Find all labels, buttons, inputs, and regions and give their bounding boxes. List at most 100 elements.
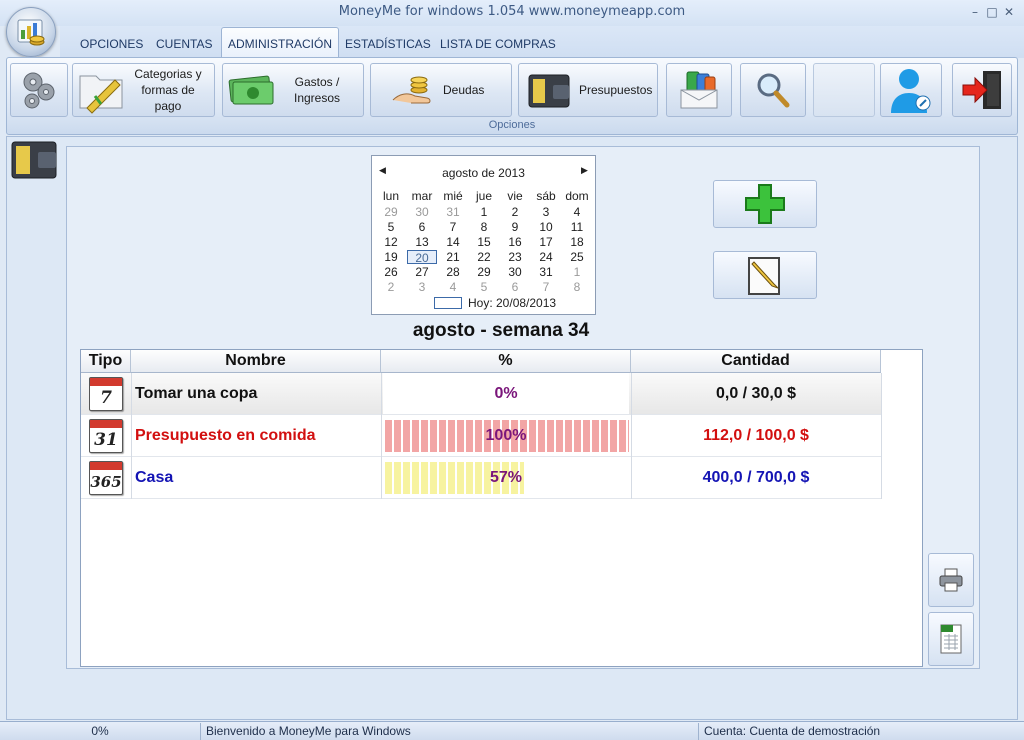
calendar-day[interactable]: 22	[469, 250, 499, 264]
calendar-day[interactable]: 5	[469, 280, 499, 294]
print-button[interactable]	[928, 553, 974, 607]
status-progress: 0%	[91, 724, 109, 738]
calendar-day[interactable]: 11	[562, 220, 592, 234]
settings-button[interactable]	[10, 63, 68, 117]
budgets-button[interactable]: Presupuestos	[518, 63, 658, 117]
calendar-day[interactable]: 29	[376, 205, 406, 219]
excel-export-icon	[940, 624, 962, 654]
calendar-day[interactable]: 1	[562, 265, 592, 279]
calendar-day-name: dom	[565, 189, 589, 203]
column-divider	[631, 373, 632, 499]
calendar-day[interactable]: 19	[376, 250, 406, 264]
magnifier-icon	[757, 73, 790, 108]
calendar-day[interactable]: 13	[407, 235, 437, 249]
search-button[interactable]	[740, 63, 806, 117]
cards-envelope-icon	[680, 71, 718, 109]
calendar-day[interactable]: 26	[376, 265, 406, 279]
tab-lista-de-compras[interactable]: LISTA DE COMPRAS	[434, 32, 562, 58]
tab-estadisticas[interactable]: ESTADÍSTICAS	[339, 32, 437, 58]
transactions-button[interactable]: Gastos / Ingresos	[222, 63, 364, 117]
row-percent: 57%	[489, 469, 523, 486]
column-header-cantidad[interactable]: Cantidad	[631, 350, 881, 373]
calendar-day[interactable]: 17	[531, 235, 561, 249]
column-header-nombre[interactable]: Nombre	[131, 350, 381, 373]
calendar-day[interactable]: 9	[500, 220, 530, 234]
calendar-day[interactable]: 21	[438, 250, 468, 264]
row-percent-cell: 0%	[383, 373, 629, 414]
row-name: Tomar una copa	[135, 385, 258, 402]
tab-opciones[interactable]: OPCIONES	[74, 32, 149, 58]
calendar-day[interactable]: 24	[531, 250, 561, 264]
calendar-day[interactable]: 31	[438, 205, 468, 219]
tab-administracion[interactable]: ADMINISTRACIÓN	[221, 27, 340, 58]
calendar-day[interactable]: 18	[562, 235, 592, 249]
weekly-calendar-icon: 7	[89, 377, 123, 411]
close-button[interactable]: ✕	[1000, 4, 1018, 20]
row-percent: 0%	[494, 385, 518, 402]
maximize-button[interactable]: □	[983, 4, 1001, 20]
calendar-day-name: vie	[507, 189, 523, 203]
export-excel-button[interactable]	[928, 612, 974, 666]
budgets-label: Presupuestos	[579, 83, 653, 97]
table-row[interactable]: 7 Tomar una copa 0% 0,0 / 30,0 $	[81, 373, 881, 415]
calendar-day[interactable]: 1	[469, 205, 499, 219]
calendar-day[interactable]: 30	[500, 265, 530, 279]
status-bar: 0% Bienvenido a MoneyMe para Windows Cue…	[0, 721, 1024, 740]
calendar-day[interactable]: 25	[562, 250, 592, 264]
row-amount: 112,0 / 100,0 $	[703, 427, 809, 444]
calendar-day[interactable]: 2	[500, 205, 530, 219]
calendar-day-name: mar	[411, 189, 433, 203]
budgets-section-icon	[11, 141, 57, 179]
categories-button[interactable]: Categorias y formas de pago	[72, 63, 215, 117]
calendar-today-label[interactable]: Hoy: 20/08/2013	[468, 296, 556, 310]
calendar-day[interactable]: 20	[407, 250, 437, 265]
table-row[interactable]: 31 Presupuesto en comida 100% 112,0 / 10…	[81, 415, 881, 457]
week-title: agosto - semana 34	[412, 320, 590, 341]
calendar-day[interactable]: 29	[469, 265, 499, 279]
status-separator	[698, 723, 699, 740]
table-row[interactable]: 365 Casa 57% 400,0 / 700,0 $	[81, 457, 881, 499]
calendar-day[interactable]: 7	[438, 220, 468, 234]
calendar-day[interactable]: 8	[562, 280, 592, 294]
calendar-day[interactable]: 3	[531, 205, 561, 219]
calendar-day[interactable]: 12	[376, 235, 406, 249]
user-icon	[891, 69, 931, 113]
tab-cuentas[interactable]: CUENTAS	[150, 32, 218, 58]
status-account: Cuenta: Cuenta de demostración	[704, 724, 881, 738]
debts-button[interactable]: Deudas	[370, 63, 512, 117]
column-divider	[131, 373, 132, 499]
plus-icon	[745, 184, 785, 224]
calendar-day[interactable]: 30	[407, 205, 437, 219]
calendar-day[interactable]: 6	[407, 220, 437, 234]
calendar-day[interactable]: 8	[469, 220, 499, 234]
calendar-day[interactable]: 15	[469, 235, 499, 249]
calendar-day[interactable]: 5	[376, 220, 406, 234]
calendar-day[interactable]: 2	[376, 280, 406, 294]
user-button[interactable]	[880, 63, 942, 117]
column-header-tipo[interactable]: Tipo	[81, 350, 131, 373]
add-budget-button[interactable]	[713, 180, 817, 228]
month-calendar[interactable]: ◀ agosto de 2013 ▶ lun mar mié jue vie sáb dom…	[371, 155, 596, 315]
calendar-day[interactable]: 7	[531, 280, 561, 294]
calendar-day[interactable]: 3	[407, 280, 437, 294]
calendar-day[interactable]: 28	[438, 265, 468, 279]
calendar-day[interactable]: 31	[531, 265, 561, 279]
calendar-day[interactable]: 23	[500, 250, 530, 264]
calendar-day[interactable]: 4	[562, 205, 592, 219]
calendar-month-label: agosto de 2013	[442, 166, 525, 180]
exit-button[interactable]	[952, 63, 1012, 117]
calendar-day[interactable]: 4	[438, 280, 468, 294]
calendar-day[interactable]: 6	[500, 280, 530, 294]
calendar-day[interactable]: 14	[438, 235, 468, 249]
cards-button[interactable]	[666, 63, 732, 117]
transactions-label-line1: Gastos /	[294, 75, 340, 89]
calendar-day[interactable]: 10	[531, 220, 561, 234]
edit-budget-button[interactable]	[713, 251, 817, 299]
column-header-percent[interactable]: %	[381, 350, 631, 373]
calendar-day[interactable]: 27	[407, 265, 437, 279]
calendar-next-button[interactable]: ▶	[581, 165, 588, 176]
minimize-button[interactable]: –	[966, 4, 984, 20]
ribbon-blank-slot	[813, 63, 875, 117]
app-menu-orb[interactable]	[6, 7, 56, 57]
calendar-day[interactable]: 16	[500, 235, 530, 249]
